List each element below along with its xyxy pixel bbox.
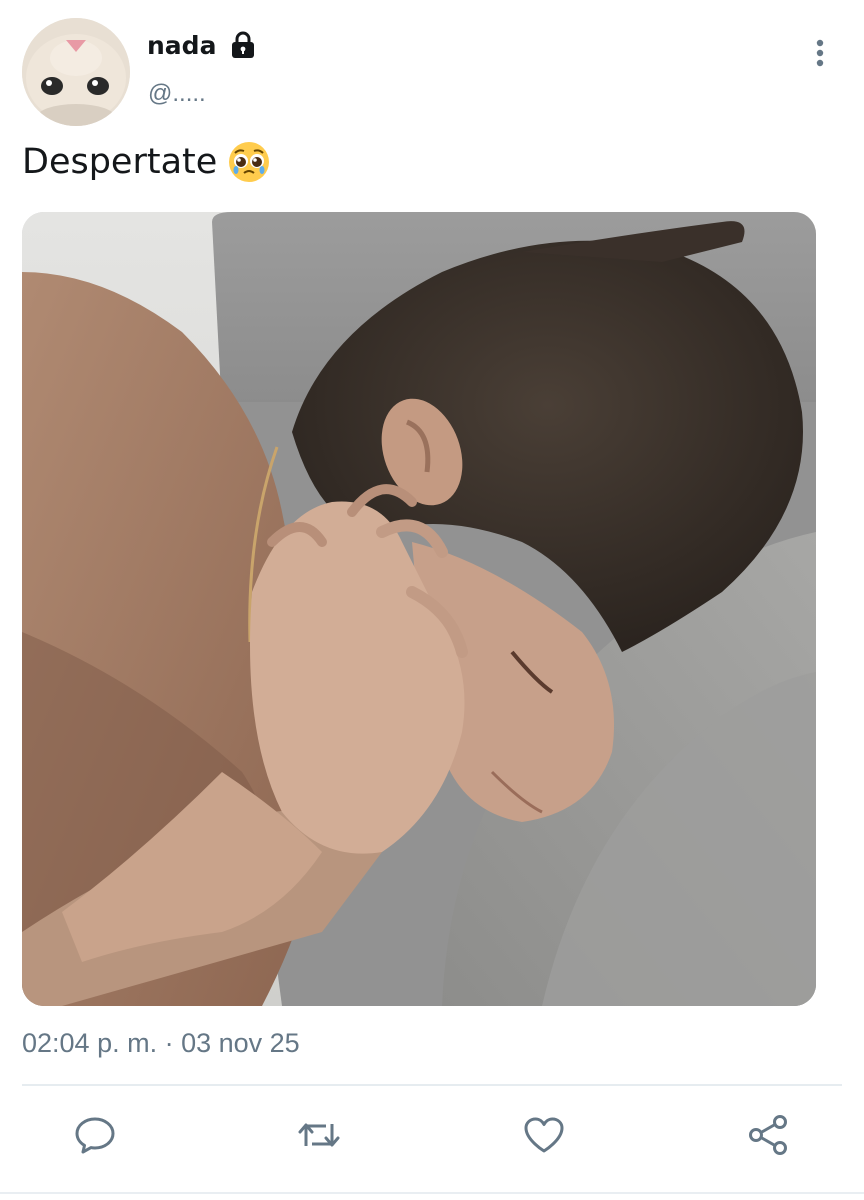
user-handle[interactable]: @..... bbox=[148, 80, 206, 108]
kitten-avatar-icon bbox=[22, 18, 130, 126]
share-icon bbox=[749, 1115, 787, 1155]
pleading-face-emoji-icon bbox=[229, 142, 270, 182]
more-options-icon[interactable] bbox=[806, 36, 834, 70]
heart-icon bbox=[524, 1117, 564, 1153]
photo-illustration bbox=[22, 212, 816, 1006]
retweet-icon bbox=[298, 1123, 340, 1147]
tweet-text-content: Despertate bbox=[22, 142, 218, 182]
bottom-divider bbox=[0, 1192, 864, 1194]
share-button[interactable] bbox=[746, 1112, 792, 1158]
lock-icon bbox=[232, 31, 255, 58]
display-name[interactable]: nada bbox=[147, 30, 258, 60]
retweet-button[interactable] bbox=[296, 1112, 342, 1158]
reply-button[interactable] bbox=[72, 1112, 118, 1158]
tweet-photo[interactable] bbox=[22, 212, 816, 1006]
speech-bubble-icon bbox=[75, 1117, 115, 1154]
avatar[interactable] bbox=[22, 18, 130, 126]
tweet-timestamp[interactable]: 02:04 p. m. · 03 nov 25 bbox=[22, 1028, 300, 1059]
display-name-text: nada bbox=[147, 30, 217, 60]
tweet-text: Despertate bbox=[22, 140, 271, 184]
divider bbox=[22, 1084, 842, 1086]
like-button[interactable] bbox=[521, 1112, 567, 1158]
